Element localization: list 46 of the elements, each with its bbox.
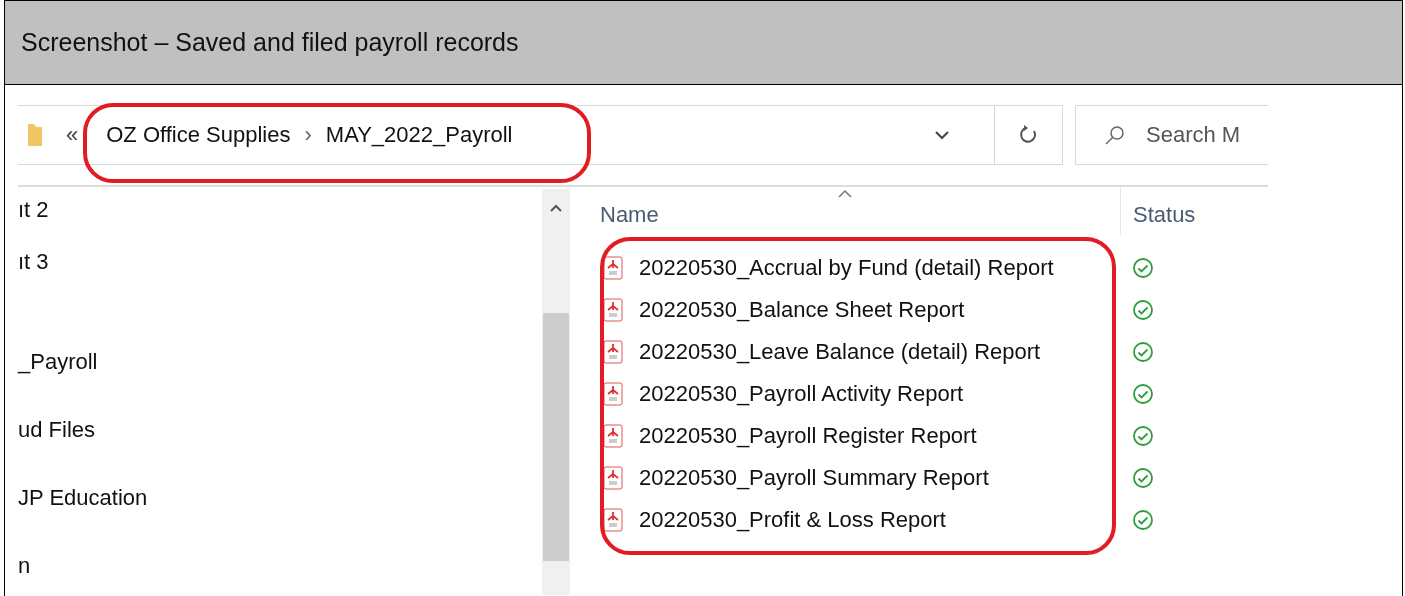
dropdown-chevron-icon[interactable] <box>933 130 950 140</box>
check-circle-icon <box>1132 341 1154 363</box>
check-circle-icon <box>1132 257 1154 279</box>
check-circle-icon <box>1132 383 1154 405</box>
nav-item[interactable]: JP Education <box>18 485 148 511</box>
check-circle-icon <box>1132 467 1154 489</box>
check-circle-icon <box>1132 425 1154 447</box>
nav-item[interactable]: _Payroll <box>18 349 98 375</box>
search-input[interactable]: Search M <box>1144 121 1268 149</box>
nav-item[interactable]: ıt 2 <box>18 197 49 223</box>
column-header[interactable]: Name <box>600 202 659 228</box>
pdf-file-icon <box>603 508 623 532</box>
pdf-file-icon <box>603 340 623 364</box>
column-header[interactable]: Status <box>1133 202 1196 228</box>
file-name[interactable]: 20220530_Payroll Summary Report <box>639 465 989 491</box>
pdf-file-icon <box>603 466 623 490</box>
file-name[interactable]: 20220530_Accrual by Fund (detail) Report <box>639 255 1054 281</box>
scroll-up-icon[interactable] <box>549 203 563 213</box>
folder-icon <box>26 122 44 148</box>
nav-item[interactable]: n <box>18 553 31 579</box>
pdf-file-icon <box>603 256 623 280</box>
pdf-file-icon <box>603 424 623 448</box>
refresh-icon <box>1018 124 1039 146</box>
check-circle-icon <box>1132 509 1154 531</box>
search-icon <box>1104 124 1126 146</box>
file-name[interactable]: 20220530_Balance Sheet Report <box>639 297 965 323</box>
file-name[interactable]: 20220530_Payroll Activity Report <box>639 381 964 407</box>
sort-caret-icon <box>837 189 853 199</box>
address-bar[interactable]: « OZ Office Supplies › MAY_2022_Payroll <box>18 105 995 165</box>
check-circle-icon <box>1132 299 1154 321</box>
nav-item[interactable]: ud Files <box>18 417 96 443</box>
pdf-file-icon <box>603 298 623 322</box>
breadcrumb[interactable]: MAY_2022_Payroll <box>325 122 513 148</box>
search-field[interactable]: Search M <box>1075 105 1268 165</box>
scroll-thumb[interactable] <box>543 313 569 561</box>
pdf-file-icon <box>603 382 623 406</box>
caption-title: Screenshot – Saved and filed payroll records <box>21 28 519 57</box>
breadcrumb-separator: › <box>304 122 312 148</box>
file-name[interactable]: 20220530_Leave Balance (detail) Report <box>639 339 1041 365</box>
breadcrumb[interactable]: OZ Office Supplies <box>106 122 291 148</box>
file-name[interactable]: 20220530_Payroll Register Report <box>639 423 977 449</box>
file-name[interactable]: 20220530_Profit & Loss Report <box>639 507 946 533</box>
refresh-button[interactable] <box>993 105 1063 165</box>
scrollbar[interactable] <box>542 189 570 595</box>
nav-item[interactable]: ıt 3 <box>18 249 49 275</box>
overflow-chevron[interactable]: « <box>66 122 79 148</box>
